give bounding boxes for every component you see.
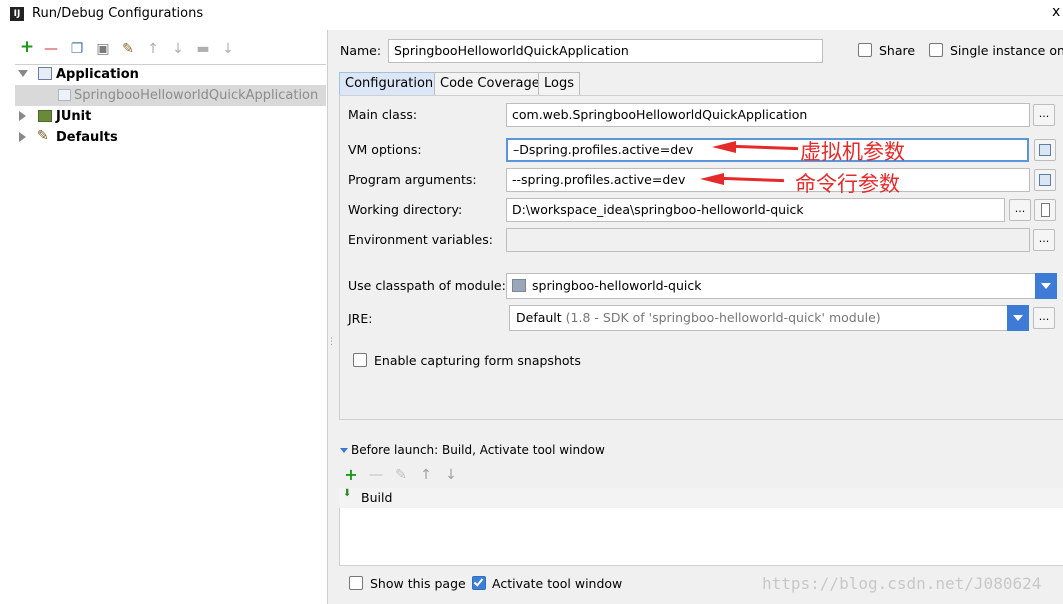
edit-environment-variables-button[interactable]: ... [1033,229,1055,251]
wrench-icon: ✎ [37,128,49,144]
jre-value: Default [516,310,562,325]
expand-arrow-icon[interactable] [18,70,28,77]
annotation-arrow-icon [712,141,736,153]
collapse-arrow-icon[interactable] [19,132,26,142]
vm-options-field[interactable]: –Dspring.profiles.active=dev [506,138,1029,162]
tree-item-springboo-app[interactable]: SpringbooHelloworldQuickApplication [74,85,318,106]
watermark: https://blog.csdn.net/J080624 [762,574,1042,593]
list-item[interactable] [339,488,1063,508]
application-config-icon [58,89,71,101]
jre-select[interactable]: Default (1.8 - SDK of 'springboo-hellowo… [509,305,1009,331]
program-arguments-label: Program arguments: [348,172,477,187]
move-down-icon[interactable]: ↓ [169,40,187,58]
move-up-task-icon[interactable]: ↑ [418,467,434,483]
browse-jre-button[interactable]: ... [1033,307,1055,329]
vm-options-label: VM options: [348,142,422,157]
add-icon[interactable]: + [18,38,36,56]
name-label: Name: [340,43,382,58]
main-class-label: Main class: [348,107,418,122]
remove-task-icon[interactable]: — [368,467,384,483]
share-checkbox[interactable] [858,43,872,57]
activate-tool-window-checkbox[interactable] [472,576,486,590]
sort-icon[interactable]: ↓ [219,40,237,58]
jre-detail: (1.8 - SDK of 'springboo-helloworld-quic… [565,310,881,325]
classpath-dropdown-button[interactable] [1035,273,1057,299]
edit-task-icon[interactable]: ✎ [393,467,409,483]
vm-annotation: 虚拟机参数 [800,140,905,164]
activate-tool-window-label: Activate tool window [492,576,623,591]
show-page-checkbox[interactable] [349,576,363,590]
splitter-grip-icon[interactable]: ⋮ [327,338,336,347]
browse-working-directory-button[interactable]: ... [1009,199,1031,221]
enable-snapshots-checkbox[interactable] [353,353,367,367]
tree-item-junit[interactable]: JUnit [56,106,91,127]
classpath-module-select[interactable]: springboo-helloworld-quick [506,273,1036,299]
classpath-module-label: Use classpath of module: [348,278,506,293]
environment-variables-label: Environment variables: [348,232,493,247]
args-annotation: 命令行参数 [795,172,900,196]
single-instance-checkbox[interactable] [929,43,943,57]
tree-item-application[interactable]: Application [56,64,139,85]
tree-item-defaults[interactable]: Defaults [56,127,118,148]
annotation-arrow-icon [700,173,724,185]
share-label: Share [879,43,916,58]
folder-icon[interactable]: ▬ [194,40,212,58]
application-icon [38,67,52,80]
build-task-label[interactable]: Build [361,490,392,505]
save-icon[interactable]: ▣ [94,40,112,58]
splitter[interactable] [327,30,328,604]
main-class-field[interactable]: com.web.SpringbooHelloworldQuickApplicat… [506,103,1030,127]
move-up-icon[interactable]: ↑ [144,40,162,58]
move-down-task-icon[interactable]: ↓ [443,467,459,483]
intellij-icon: IJ [10,7,24,21]
junit-icon [38,110,52,122]
working-directory-label: Working directory: [348,202,463,217]
enable-snapshots-label: Enable capturing form snapshots [374,353,581,368]
module-icon [512,279,526,292]
expand-program-arguments-button[interactable] [1034,169,1056,191]
macro-icon[interactable] [1034,199,1056,221]
build-icon: ⬇ [343,488,352,499]
wrench-icon[interactable]: ✎ [119,40,137,58]
name-field[interactable]: SpringbooHelloworldQuickApplication [388,39,823,63]
remove-icon[interactable]: — [42,40,60,58]
tab-logs[interactable]: Logs [538,72,580,95]
close-icon[interactable]: x [1052,4,1060,20]
working-directory-field[interactable]: D:\workspace_idea\springboo-helloworld-q… [506,198,1005,222]
tab-configuration[interactable]: Configuration [339,72,440,95]
tab-code-coverage[interactable]: Code Coverage [434,72,546,95]
copy-icon[interactable]: ❐ [68,40,86,58]
show-page-label: Show this page [370,576,466,591]
before-launch-title[interactable]: Before launch: Build, Activate tool wind… [351,443,605,457]
browse-main-class-button[interactable]: ... [1033,104,1055,126]
add-task-icon[interactable]: + [343,465,359,484]
jre-dropdown-button[interactable] [1007,305,1029,331]
collapse-arrow-icon[interactable] [19,111,26,121]
window-title: Run/Debug Configurations [32,6,204,21]
jre-label: JRE: [348,311,373,326]
expand-vm-options-button[interactable] [1034,139,1056,161]
environment-variables-field[interactable] [506,228,1030,252]
single-instance-label: Single instance only [950,43,1063,58]
before-launch-toggle-icon[interactable] [340,448,348,453]
